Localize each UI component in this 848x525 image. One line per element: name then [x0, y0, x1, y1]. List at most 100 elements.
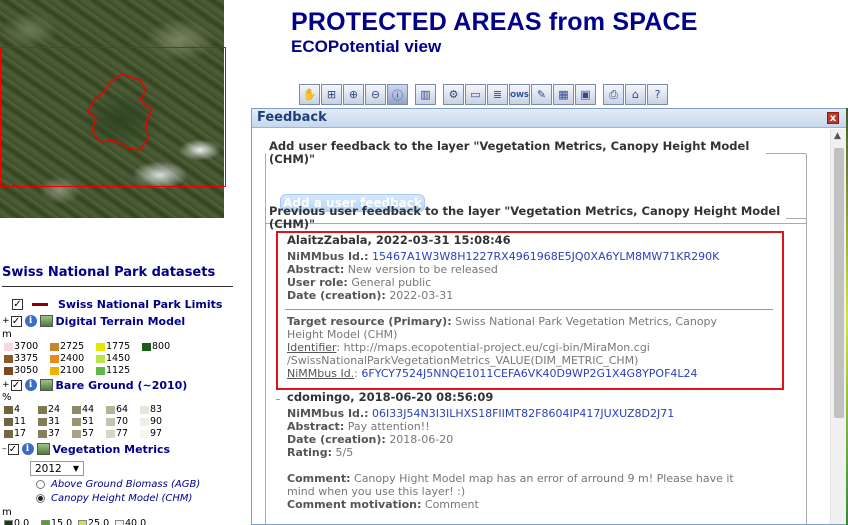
legend-swatch: [78, 519, 87, 525]
legend-value: 51: [82, 416, 95, 427]
legend-value: 3050: [14, 365, 39, 376]
legend-item: 15.0: [41, 518, 75, 525]
legend-item: 2725: [50, 341, 93, 352]
print-icon[interactable]: ⎙: [603, 84, 624, 105]
legend-item: 64: [106, 404, 137, 415]
legend-item: 44: [72, 404, 103, 415]
feedback-scrollbar[interactable]: ▲: [830, 129, 847, 524]
legend-item: 31: [38, 416, 69, 427]
legend-row: 3050 2100 1125: [4, 365, 142, 376]
query-info-icon[interactable]: ⓘ: [387, 84, 408, 105]
zoom-window-icon[interactable]: ⊞: [321, 84, 342, 105]
info-icon[interactable]: i: [21, 443, 34, 455]
ows-icon[interactable]: OWS: [509, 84, 530, 105]
radio-label[interactable]: Above Ground Biomass (AGB): [51, 479, 200, 490]
legend-swatch: [96, 354, 105, 363]
legend-row: 17 37 57 77 97: [4, 428, 174, 439]
zoom-out-icon[interactable]: ⊖: [365, 84, 386, 105]
legend-item: 3700: [4, 341, 47, 352]
legend-item: 25.0: [78, 518, 112, 525]
rating-label: Rating:: [287, 446, 333, 459]
motivation-value: Comment: [424, 498, 479, 511]
info-icon[interactable]: i: [24, 315, 37, 327]
checkbox-park-limits[interactable]: ✓: [12, 298, 23, 310]
calculator-icon[interactable]: ▦: [553, 84, 574, 105]
checkbox-bare-ground[interactable]: ✓: [10, 379, 22, 391]
scrollbar-thumb[interactable]: [834, 148, 844, 418]
legend-item: 83: [140, 404, 171, 415]
expand-icon[interactable]: +: [2, 316, 10, 326]
legend-value: 800: [152, 341, 171, 352]
info-icon[interactable]: i: [24, 379, 37, 391]
layer-properties-icon[interactable]: [39, 379, 53, 391]
feedback-titlebar[interactable]: Feedback x: [252, 109, 847, 128]
settings-icon[interactable]: ⚙: [443, 84, 464, 105]
legend-swatch: [72, 417, 81, 426]
radio-label[interactable]: Canopy Height Model (CHM): [51, 493, 192, 504]
page-subtitle: ECOPotential view: [291, 37, 442, 56]
layer-row-park-limits[interactable]: ✓ Swiss National Park Limits: [12, 297, 222, 311]
legend-value: 25.0: [88, 518, 110, 525]
legend-item: 57: [72, 428, 103, 439]
window-icon[interactable]: ▭: [465, 84, 486, 105]
layer-properties-icon[interactable]: [36, 443, 50, 455]
map-extent-frame: [0, 47, 226, 187]
edit-icon[interactable]: ✎: [531, 84, 552, 105]
layer-row-bare-ground[interactable]: + ✓ i Bare Ground (~2010): [2, 378, 187, 392]
legend-value: 24: [48, 404, 61, 415]
monitor-icon[interactable]: ▣: [575, 84, 596, 105]
close-icon[interactable]: x: [827, 112, 839, 124]
id-label: NiMMbus Id.:: [287, 407, 369, 420]
film-strip-icon[interactable]: ▥: [415, 84, 436, 105]
layer-properties-icon[interactable]: [39, 315, 53, 327]
scroll-up-icon[interactable]: ▲: [834, 131, 841, 141]
id-link[interactable]: 06I33J54N3I3ILHXS18FIIMT82F8604IP417JUXU…: [372, 407, 674, 420]
home-icon[interactable]: ⌂: [625, 84, 646, 105]
comment-value-cont: mind when you use this layer! :): [287, 485, 466, 498]
year-select[interactable]: 2012 ▼: [30, 461, 84, 476]
legend-swatch: [96, 366, 105, 375]
legend-swatch: [72, 405, 81, 414]
radio-chm[interactable]: Canopy Height Model (CHM): [36, 492, 192, 505]
legend-swatch: [142, 342, 151, 351]
layers-icon[interactable]: ≣: [487, 84, 508, 105]
legend-value: 4: [14, 404, 21, 415]
dtm-unit: m: [2, 329, 12, 340]
help-icon[interactable]: ?: [647, 84, 668, 105]
checkbox-vegetation[interactable]: ✓: [7, 443, 19, 455]
legend-item: 0.0: [4, 518, 38, 525]
radio-agb[interactable]: Above Ground Biomass (AGB): [36, 478, 200, 491]
legend-value: 44: [82, 404, 95, 415]
legend-value: 1125: [106, 365, 131, 376]
expand-icon[interactable]: +: [2, 380, 10, 390]
legend-swatch: [140, 429, 149, 438]
layer-row-vegetation[interactable]: – ✓ i Vegetation Metrics: [2, 442, 170, 456]
legend-value: 2725: [60, 341, 85, 352]
legend-item: 4: [4, 404, 35, 415]
checkbox-dtm[interactable]: ✓: [10, 315, 22, 327]
layer-label[interactable]: Bare Ground (~2010): [56, 379, 188, 392]
pan-hand-icon[interactable]: ✋: [299, 84, 320, 105]
layer-label[interactable]: Swiss National Park Limits: [58, 298, 222, 311]
legend-item: 24: [38, 404, 69, 415]
collapse-icon[interactable]: –: [2, 444, 7, 454]
layer-row-dtm[interactable]: + ✓ i Digital Terrain Model: [2, 314, 185, 328]
legend-item: 11: [4, 416, 35, 427]
legend-swatch: [4, 417, 13, 426]
legend-value: 11: [14, 416, 27, 427]
zoom-in-icon[interactable]: ⊕: [343, 84, 364, 105]
legend-value: 77: [116, 428, 129, 439]
legend-swatch: [50, 342, 59, 351]
layer-label[interactable]: Vegetation Metrics: [53, 443, 171, 456]
previous-feedback-legend: Previous user feedback to the layer "Veg…: [269, 204, 781, 231]
year-select-value: 2012: [35, 462, 62, 475]
legend-value: 0.0: [14, 518, 30, 525]
entry-header: cdomingo, 2018-06-20 08:56:09: [287, 390, 494, 404]
legend-swatch: [38, 417, 47, 426]
toolbar: ✋ ⊞ ⊕ ⊖ ⓘ ▥ ⚙ ▭ ≣ OWS ✎ ▦ ▣ ⎙ ⌂ ?: [299, 84, 669, 105]
legend-value: 70: [116, 416, 129, 427]
radio-button[interactable]: [36, 480, 45, 489]
radio-button[interactable]: [36, 494, 45, 503]
layer-label[interactable]: Digital Terrain Model: [56, 315, 186, 328]
legend-value: 64: [116, 404, 129, 415]
